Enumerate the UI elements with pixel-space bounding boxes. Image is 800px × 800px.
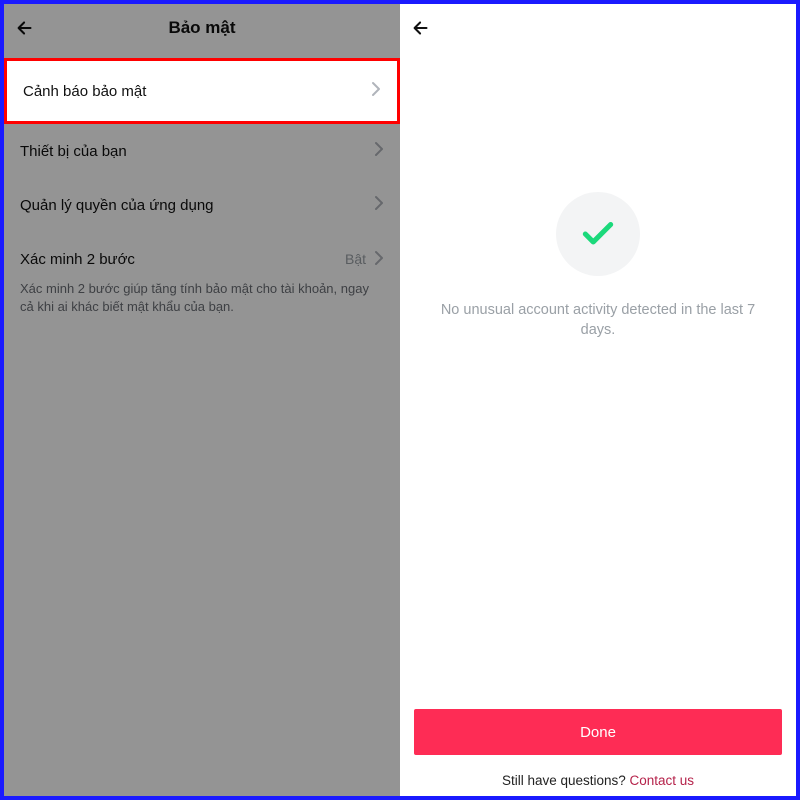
row-security-alerts[interactable]: Cảnh báo bảo mật bbox=[7, 61, 397, 121]
security-alerts-detail-panel: No unusual account activity detected in … bbox=[400, 4, 796, 796]
row-label: Cảnh báo bảo mật bbox=[23, 83, 146, 100]
two-step-description: Xác minh 2 bước giúp tăng tính bảo mật c… bbox=[4, 280, 400, 327]
row-your-devices[interactable]: Thiết bị của bạn bbox=[4, 124, 400, 178]
page-title-left: Bảo mật bbox=[168, 18, 235, 38]
settings-list: Thiết bị của bạn Quản lý quyền của ứng d… bbox=[4, 124, 400, 327]
checkmark-icon bbox=[579, 215, 617, 253]
left-header: Bảo mật bbox=[4, 4, 400, 52]
row-label: Thiết bị của bạn bbox=[20, 143, 127, 160]
row-manage-app-permissions[interactable]: Quản lý quyền của ứng dụng bbox=[4, 178, 400, 232]
status-check-circle bbox=[556, 192, 640, 276]
highlighted-row-frame: Cảnh báo bảo mật bbox=[4, 58, 400, 124]
contact-us-link[interactable]: Contact us bbox=[630, 773, 695, 788]
chevron-right-icon bbox=[374, 141, 384, 161]
arrow-left-icon bbox=[410, 17, 432, 39]
status-content: No unusual account activity detected in … bbox=[400, 52, 796, 695]
chevron-right-icon bbox=[374, 250, 384, 269]
row-label: Quản lý quyền của ứng dụng bbox=[20, 197, 214, 214]
back-button-right[interactable] bbox=[410, 4, 432, 52]
row-label: Xác minh 2 bước bbox=[20, 251, 135, 268]
done-button[interactable]: Done bbox=[414, 709, 782, 755]
arrow-left-icon bbox=[14, 17, 36, 39]
bottom-actions: Done Still have questions? Contact us bbox=[400, 695, 796, 796]
right-header bbox=[400, 4, 796, 52]
row-two-step-verification[interactable]: Xác minh 2 bước Bật bbox=[4, 232, 400, 286]
status-message: No unusual account activity detected in … bbox=[438, 300, 758, 341]
chevron-right-icon bbox=[371, 81, 381, 101]
chevron-right-icon bbox=[374, 195, 384, 215]
security-settings-panel: Bảo mật Cảnh báo bảo mật Thiết bị của bạ… bbox=[4, 4, 400, 796]
two-step-status: Bật bbox=[345, 251, 366, 267]
back-button-left[interactable] bbox=[14, 4, 36, 52]
contact-line: Still have questions? Contact us bbox=[414, 773, 782, 788]
contact-prompt: Still have questions? bbox=[502, 773, 630, 788]
